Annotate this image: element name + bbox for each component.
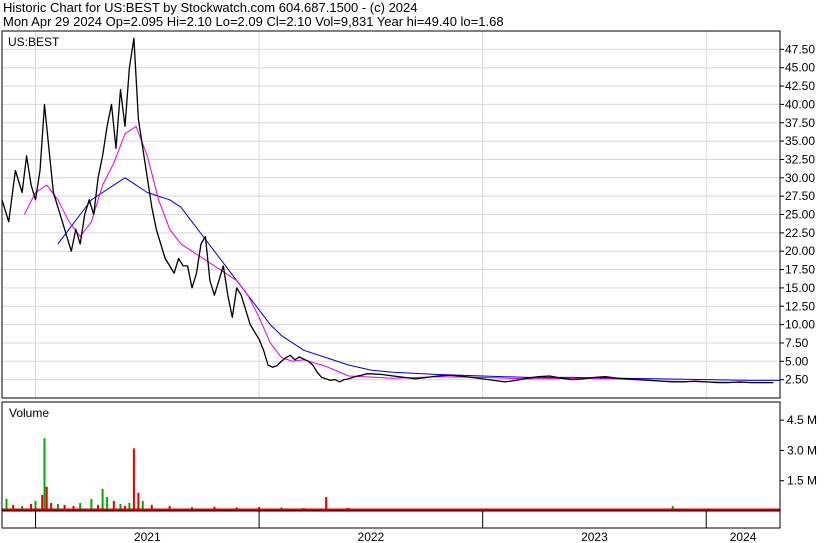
price-axis: 2.50 5.00 7.50 10.00 12.50 15.00 17.50 20.00 22.… [780, 42, 815, 387]
price-tick-label: 40.00 [785, 97, 815, 111]
volume-bar [132, 448, 135, 511]
series-line-moving-average-short [23, 125, 774, 384]
price-tick-label: 12.50 [785, 299, 815, 313]
price-tick-label: 27.50 [785, 189, 815, 203]
price-tick-label: 45.00 [785, 61, 815, 75]
volume-bar [101, 488, 104, 511]
volume-bars-layer [2, 438, 780, 511]
series-line-moving-average-long [57, 177, 780, 381]
price-tick-label: 22.50 [785, 226, 815, 240]
price-tick-label: 30.00 [785, 171, 815, 185]
price-series-layer [1, 37, 780, 384]
series-line-price [1, 37, 774, 384]
volume-axis: 1.5 M 3.0 M 4.5 M [780, 413, 817, 488]
price-tick-label: 35.00 [785, 134, 815, 148]
volume-panel-frame [1, 401, 781, 512]
year-label: 2022 [358, 530, 385, 543]
volume-title: Volume [9, 406, 49, 420]
volume-bar [137, 492, 140, 511]
time-axis: 2021 2022 2023 2024 [1, 510, 781, 543]
price-tick-label: 7.50 [785, 336, 809, 350]
price-tick-label: 42.50 [785, 79, 815, 93]
price-tick-label: 47.50 [785, 42, 815, 56]
price-tick-label: 10.00 [785, 318, 815, 332]
volume-bar [43, 438, 46, 511]
price-tick-label: 37.50 [785, 116, 815, 130]
price-tick-label: 2.50 [785, 373, 809, 387]
year-label: 2024 [730, 530, 757, 543]
price-tick-label: 32.50 [785, 152, 815, 166]
chart-header-title: Historic Chart for US:BEST by Stockwatch… [3, 0, 418, 15]
time-axis-frame [1, 510, 781, 529]
chart-header-quote: Mon Apr 29 2024 Op=2.095 Hi=2.10 Lo=2.09… [3, 14, 504, 29]
year-label: 2023 [581, 530, 608, 543]
volume-tick-label: 3.0 M [787, 443, 817, 457]
volume-tick-label: 1.5 M [787, 474, 817, 488]
price-gridlines [2, 31, 780, 398]
chart-title: US:BEST [8, 35, 60, 49]
year-label: 2021 [134, 530, 161, 543]
price-tick-label: 25.00 [785, 208, 815, 222]
price-tick-label: 20.00 [785, 244, 815, 258]
price-tick-label: 5.00 [785, 354, 809, 368]
volume-tick-label: 4.5 M [787, 413, 817, 427]
price-tick-label: 15.00 [785, 281, 815, 295]
stock-chart: 2.50 5.00 7.50 10.00 12.50 15.00 17.50 20.00 22.… [1, 30, 817, 543]
price-tick-label: 17.50 [785, 263, 815, 277]
volume-bar [45, 486, 48, 511]
